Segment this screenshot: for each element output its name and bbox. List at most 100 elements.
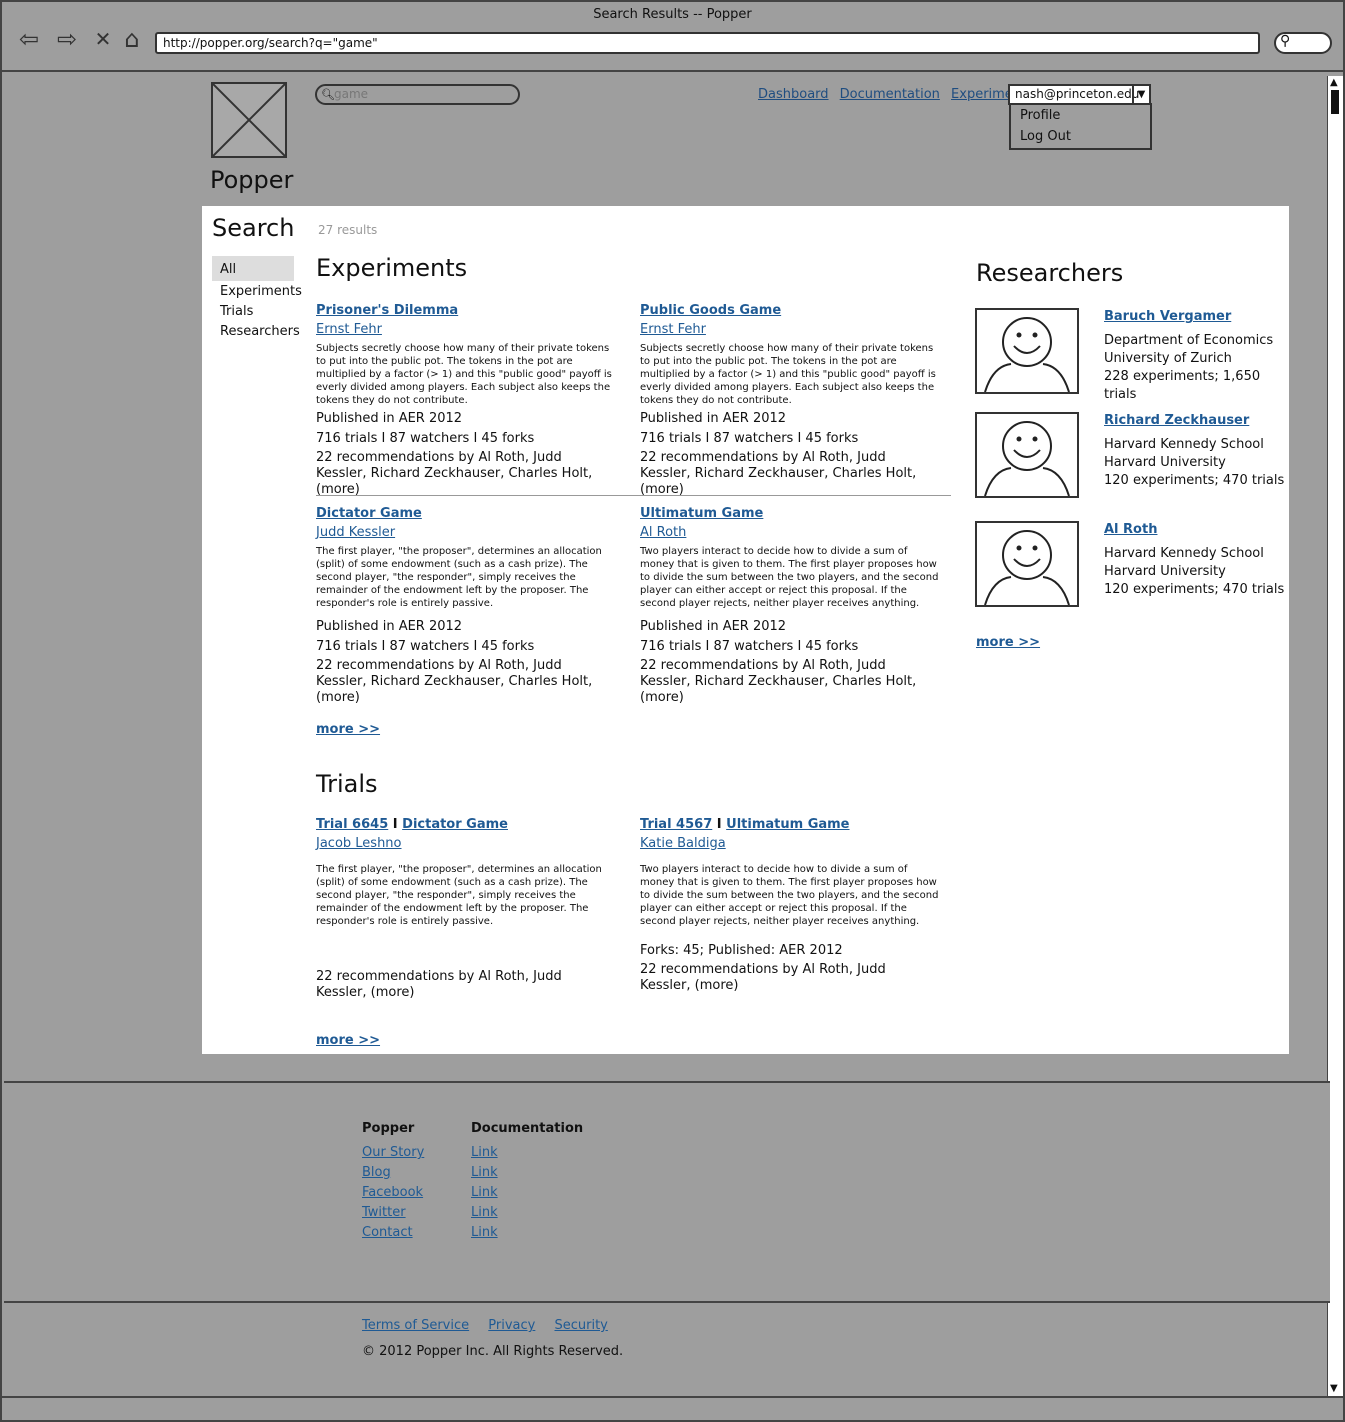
experiment-recommendations: 22 recommendations by Al Roth, Judd Kess… <box>316 658 593 705</box>
nav-documentation-link[interactable]: Documentation <box>840 87 940 102</box>
security-link[interactable]: Security <box>554 1318 607 1333</box>
footer-column-documentation: Documentation Link Link Link Link Link <box>471 1121 583 1243</box>
scrollbar-thumb[interactable] <box>1331 90 1339 114</box>
back-arrow-icon[interactable]: ⇦ <box>14 24 44 54</box>
footer-link-facebook[interactable]: Facebook <box>362 1183 424 1203</box>
scroll-down-arrow-icon[interactable]: ▼ <box>1330 1384 1338 1394</box>
footer-link-blog[interactable]: Blog <box>362 1163 424 1183</box>
trial-link[interactable]: Trial 6645 <box>316 817 388 832</box>
trial-extra <box>316 931 616 957</box>
experiment-title-link[interactable]: Prisoner's Dilemma <box>316 303 458 318</box>
search-icon: 🔍︎ <box>321 88 335 101</box>
trial-link[interactable]: Trial 4567 <box>640 817 712 832</box>
footer-doc-link[interactable]: Link <box>471 1203 583 1223</box>
researcher-name-link[interactable]: Al Roth <box>1104 522 1157 537</box>
researcher-item: Al Roth Harvard Kennedy School Harvard U… <box>975 521 1285 611</box>
browser-window: Search Results -- Popper ⇦ ⇨ ✕ ⌂ http://… <box>0 0 1345 1422</box>
researcher-institution: Harvard University <box>1104 455 1226 470</box>
horizontal-scrollbar <box>2 1396 1343 1420</box>
experiment-stats: 716 trials I 87 watchers I 45 forks <box>640 431 859 446</box>
filter-trials[interactable]: Trials <box>212 301 294 321</box>
experiment-author-link[interactable]: Judd Kessler <box>316 525 395 540</box>
search-input[interactable]: 🔍︎ game <box>315 84 520 105</box>
experiment-recommendations: 22 recommendations by Al Roth, Judd Kess… <box>640 658 917 705</box>
experiments-heading: Experiments <box>316 254 468 282</box>
researcher-department: Harvard Kennedy School <box>1104 437 1264 452</box>
researcher-stats: 120 experiments; 470 trials <box>1104 473 1285 488</box>
footer-link-twitter[interactable]: Twitter <box>362 1203 424 1223</box>
trial-recommendations: 22 recommendations by Al Roth, Judd Kess… <box>640 962 886 993</box>
researcher-name-link[interactable]: Baruch Vergamer <box>1104 309 1231 324</box>
site-name[interactable]: Popper <box>210 166 293 194</box>
experiment-card: Prisoner's Dilemma Ernst Fehr Subjects s… <box>316 303 616 498</box>
experiment-description: Two players interact to decide how to di… <box>640 546 939 609</box>
experiment-card: Dictator Game Judd Kessler The first pla… <box>316 506 616 706</box>
researcher-institution: University of Zurich <box>1104 351 1232 366</box>
avatar[interactable] <box>975 521 1079 607</box>
footer-doc-link[interactable]: Link <box>471 1223 583 1243</box>
filter-list: All Experiments Trials Researchers <box>212 256 302 341</box>
footer: Popper Our Story Blog Facebook Twitter C… <box>4 1081 1330 1303</box>
experiment-author-link[interactable]: Al Roth <box>640 525 686 540</box>
experiment-recommendations: 22 recommendations by Al Roth, Judd Kess… <box>316 450 593 497</box>
researcher-item: Richard Zeckhauser Harvard Kennedy Schoo… <box>975 412 1285 502</box>
avatar[interactable] <box>975 412 1079 498</box>
researchers-heading: Researchers <box>976 259 1124 287</box>
copyright-text: © 2012 Popper Inc. All Rights Reserved. <box>362 1344 624 1359</box>
researcher-item: Baruch Vergamer Department of Economics … <box>975 308 1285 402</box>
trial-author-link[interactable]: Jacob Leshno <box>316 836 402 851</box>
home-icon[interactable]: ⌂ <box>117 24 147 54</box>
legal-links: Terms of Service Privacy Security <box>362 1318 623 1333</box>
menu-item-profile[interactable]: Profile <box>1011 105 1150 126</box>
stop-icon[interactable]: ✕ <box>88 24 118 54</box>
footer-doc-link[interactable]: Link <box>471 1143 583 1163</box>
researcher-department: Department of Economics <box>1104 333 1274 348</box>
trial-separator: I <box>716 817 722 832</box>
footer-heading: Popper <box>362 1121 415 1136</box>
result-count: 27 results <box>318 223 378 237</box>
footer-doc-link[interactable]: Link <box>471 1163 583 1183</box>
user-account-dropdown[interactable]: nash@princeton.edu ▼ <box>1008 84 1151 105</box>
smiley-face-icon <box>984 530 1070 606</box>
footer-doc-link[interactable]: Link <box>471 1183 583 1203</box>
experiment-title-link[interactable]: Public Goods Game <box>640 303 781 318</box>
filter-experiments[interactable]: Experiments <box>212 281 302 301</box>
scroll-up-arrow-icon[interactable]: ▲ <box>1330 78 1338 88</box>
trials-more-link[interactable]: more >> <box>316 1033 380 1048</box>
experiment-title-link[interactable]: Dictator Game <box>316 506 422 521</box>
researcher-name-link[interactable]: Richard Zeckhauser <box>1104 413 1249 428</box>
nav-dashboard-link[interactable]: Dashboard <box>758 87 829 102</box>
avatar[interactable] <box>975 308 1079 394</box>
menu-item-logout[interactable]: Log Out <box>1011 126 1150 147</box>
trial-experiment-link[interactable]: Ultimatum Game <box>726 817 849 832</box>
trials-heading: Trials <box>316 770 378 798</box>
trial-description: Two players interact to decide how to di… <box>640 864 939 927</box>
experiments-more-link[interactable]: more >> <box>316 722 380 737</box>
filter-all[interactable]: All <box>212 256 294 281</box>
experiment-published: Published in AER 2012 <box>316 411 463 426</box>
forward-arrow-icon[interactable]: ⇨ <box>52 24 82 54</box>
logo-placeholder-image[interactable] <box>211 82 287 158</box>
trial-author-link[interactable]: Katie Baldiga <box>640 836 726 851</box>
trial-experiment-link[interactable]: Dictator Game <box>402 817 508 832</box>
experiment-author-link[interactable]: Ernst Fehr <box>316 322 382 337</box>
chevron-down-icon[interactable]: ▼ <box>1132 86 1149 103</box>
experiment-title-link[interactable]: Ultimatum Game <box>640 506 763 521</box>
url-bar[interactable]: http://popper.org/search?q="game" <box>155 32 1260 54</box>
smiley-face-icon <box>984 317 1070 393</box>
divider <box>316 495 951 496</box>
filter-researchers[interactable]: Researchers <box>212 321 300 341</box>
trial-description: The first player, "the proposer", determ… <box>316 864 602 927</box>
researcher-stats: 228 experiments; 1,650 trials <box>1104 369 1261 402</box>
privacy-link[interactable]: Privacy <box>488 1318 535 1333</box>
footer-link-contact[interactable]: Contact <box>362 1223 424 1243</box>
search-icon: ⚲ <box>1280 33 1291 49</box>
browser-search-field[interactable]: ⚲ <box>1274 32 1332 54</box>
experiment-author-link[interactable]: Ernst Fehr <box>640 322 706 337</box>
terms-of-service-link[interactable]: Terms of Service <box>362 1318 469 1333</box>
experiment-description: Subjects secretly choose how many of the… <box>640 343 936 406</box>
researchers-more-link[interactable]: more >> <box>976 635 1040 650</box>
footer-link-our-story[interactable]: Our Story <box>362 1143 424 1163</box>
user-email: nash@princeton.edu <box>1015 87 1140 101</box>
experiment-card: Ultimatum Game Al Roth Two players inter… <box>640 506 940 706</box>
